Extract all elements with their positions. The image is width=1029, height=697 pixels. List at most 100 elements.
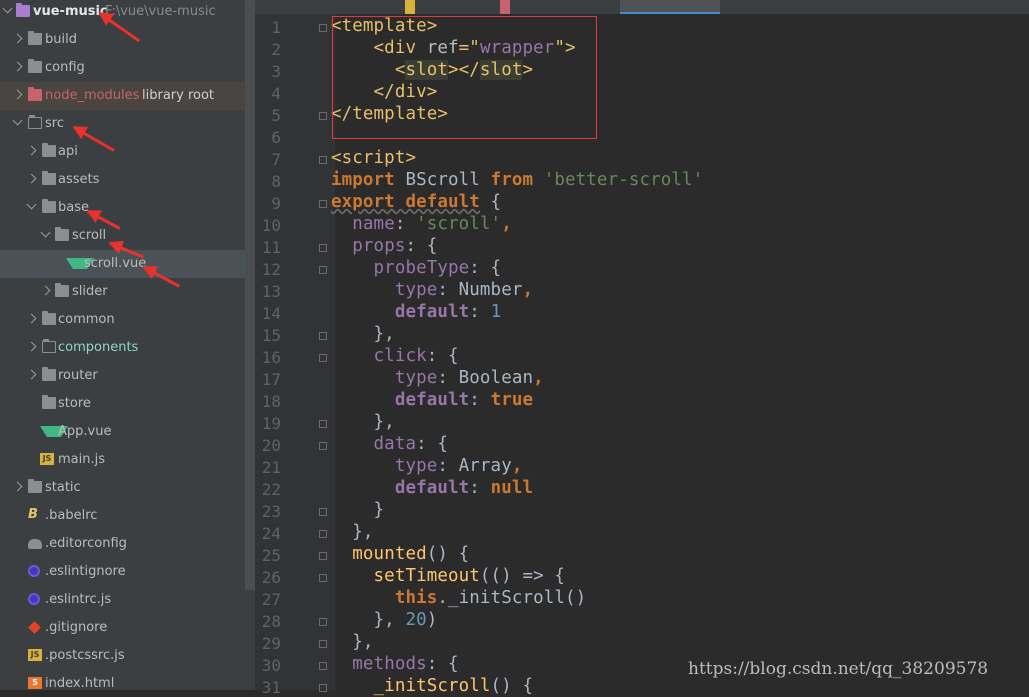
code-line-21: type: Array, bbox=[331, 456, 523, 476]
chevron-right-icon[interactable] bbox=[12, 89, 23, 100]
code-line-22: default: null bbox=[331, 478, 533, 498]
line-number: 26 bbox=[261, 568, 281, 587]
chevron-right-icon[interactable] bbox=[12, 481, 23, 492]
tree-item-babelrc[interactable]: B .babelrc bbox=[0, 502, 245, 530]
line-number: 15 bbox=[261, 326, 281, 345]
fold-marker-icon[interactable] bbox=[319, 112, 327, 120]
editor-tab-active[interactable] bbox=[620, 0, 720, 14]
line-number: 23 bbox=[261, 502, 281, 521]
code-token: null bbox=[490, 478, 534, 498]
code-line-19: }, bbox=[331, 412, 395, 432]
tree-item-base[interactable]: base bbox=[0, 194, 245, 222]
chevron-right-icon[interactable] bbox=[12, 33, 23, 44]
babel-file-icon: B bbox=[28, 507, 38, 522]
tree-item-label: store bbox=[58, 396, 91, 411]
chevron-down-icon[interactable] bbox=[12, 115, 23, 126]
fold-marker-icon[interactable] bbox=[319, 618, 327, 626]
code-token: () bbox=[565, 588, 587, 608]
editor-tab[interactable] bbox=[255, 0, 395, 14]
folder-open-icon bbox=[28, 115, 42, 129]
fold-marker-icon[interactable] bbox=[319, 552, 327, 560]
tree-item-router[interactable]: router bbox=[0, 362, 245, 390]
tree-item-slider[interactable]: slider bbox=[0, 278, 245, 306]
fold-marker-icon[interactable] bbox=[319, 662, 327, 670]
tree-item-label: api bbox=[58, 144, 78, 159]
code-token: props bbox=[352, 236, 406, 256]
chevron-right-icon[interactable] bbox=[26, 341, 37, 352]
fold-marker-icon[interactable] bbox=[319, 332, 327, 340]
tree-item-api[interactable]: api bbox=[0, 138, 245, 166]
tree-item-label: scroll.vue bbox=[84, 256, 147, 271]
fold-marker-icon[interactable] bbox=[319, 156, 327, 164]
tree-item-main-js[interactable]: JS main.js bbox=[0, 446, 245, 474]
tree-item-common[interactable]: common bbox=[0, 306, 245, 334]
tree-item-postcssrc[interactable]: JS .postcssrc.js bbox=[0, 642, 245, 670]
tree-item-config[interactable]: config bbox=[0, 54, 245, 82]
tree-item-store[interactable]: store bbox=[0, 390, 245, 418]
tree-item-eslintignore[interactable]: .eslintignore bbox=[0, 558, 245, 586]
tree-item-label: .editorconfig bbox=[45, 536, 127, 551]
fold-marker-icon[interactable] bbox=[319, 442, 327, 450]
code-editor[interactable]: 1 2 3 4 5 6 7 8 9 10 11 12 13 14 15 16 17 18 19 20 21 22 23 24 2… bbox=[255, 0, 1029, 697]
line-number: 21 bbox=[261, 458, 281, 477]
code-token: : { bbox=[416, 434, 449, 454]
chevron-right-icon[interactable] bbox=[26, 313, 37, 324]
chevron-down-icon[interactable] bbox=[2, 3, 13, 14]
project-path: F:\vue\vue-music bbox=[105, 4, 216, 19]
fold-marker-icon[interactable] bbox=[319, 266, 327, 274]
tree-item-node-modules[interactable]: node_modules library root bbox=[0, 82, 255, 110]
tree-item-index-html[interactable]: 5 index.html bbox=[0, 670, 245, 690]
tree-item-assets[interactable]: assets bbox=[0, 166, 245, 194]
sidebar-scrollbar[interactable] bbox=[245, 0, 255, 590]
chevron-down-icon[interactable] bbox=[40, 227, 51, 238]
tree-item-editorconfig[interactable]: .editorconfig bbox=[0, 530, 245, 558]
tree-root-vue-music[interactable]: vue-music F:\vue\vue-music bbox=[0, 0, 245, 26]
tree-item-eslintrc[interactable]: .eslintrc.js bbox=[0, 586, 245, 614]
tree-item-gitignore[interactable]: .gitignore bbox=[0, 614, 245, 642]
code-token: probeType bbox=[373, 258, 470, 278]
fold-marker-icon[interactable] bbox=[319, 508, 327, 516]
fold-marker-icon[interactable] bbox=[319, 354, 327, 362]
fold-marker-icon[interactable] bbox=[319, 640, 327, 648]
chevron-right-icon[interactable] bbox=[12, 61, 23, 72]
chevron-right-icon[interactable] bbox=[26, 145, 37, 156]
chevron-right-icon[interactable] bbox=[26, 369, 37, 380]
fold-marker-icon[interactable] bbox=[319, 530, 327, 538]
tree-item-label: .eslintrc.js bbox=[45, 592, 112, 607]
code-token: , bbox=[533, 368, 544, 388]
tree-item-label: components bbox=[58, 340, 139, 355]
tree-item-static[interactable]: static bbox=[0, 474, 245, 502]
tree-item-label: static bbox=[45, 480, 81, 495]
line-number: 19 bbox=[261, 414, 281, 433]
folder-icon bbox=[55, 227, 69, 241]
tree-item-components[interactable]: components bbox=[0, 334, 245, 362]
tree-item-scroll[interactable]: scroll bbox=[0, 222, 245, 250]
module-folder-icon bbox=[16, 3, 30, 17]
code-token: mounted bbox=[352, 544, 427, 564]
line-number: 5 bbox=[271, 106, 281, 125]
chevron-down-icon[interactable] bbox=[26, 199, 37, 210]
fold-marker-icon[interactable] bbox=[319, 24, 327, 32]
chevron-right-icon[interactable] bbox=[26, 173, 37, 184]
fold-marker-icon[interactable] bbox=[319, 684, 327, 692]
tree-item-label: slider bbox=[72, 284, 108, 299]
watermark-text: https://blog.csdn.net/qq_38209578 bbox=[688, 659, 989, 679]
tree-item-src[interactable]: src bbox=[0, 110, 245, 138]
folder-icon bbox=[42, 395, 56, 409]
tree-item-label: src bbox=[45, 116, 64, 131]
fold-marker-icon[interactable] bbox=[319, 200, 327, 208]
line-number: 4 bbox=[271, 84, 281, 103]
code-token: () { bbox=[490, 676, 534, 696]
line-number: 16 bbox=[261, 348, 281, 367]
fold-marker-icon[interactable] bbox=[319, 420, 327, 428]
chevron-right-icon[interactable] bbox=[40, 285, 51, 296]
tree-item-scroll-vue[interactable]: scroll.vue bbox=[0, 250, 255, 278]
fold-marker-icon[interactable] bbox=[319, 244, 327, 252]
fold-marker-icon[interactable] bbox=[319, 574, 327, 582]
folder-icon bbox=[28, 479, 42, 493]
tree-item-app-vue[interactable]: App.vue bbox=[0, 418, 245, 446]
